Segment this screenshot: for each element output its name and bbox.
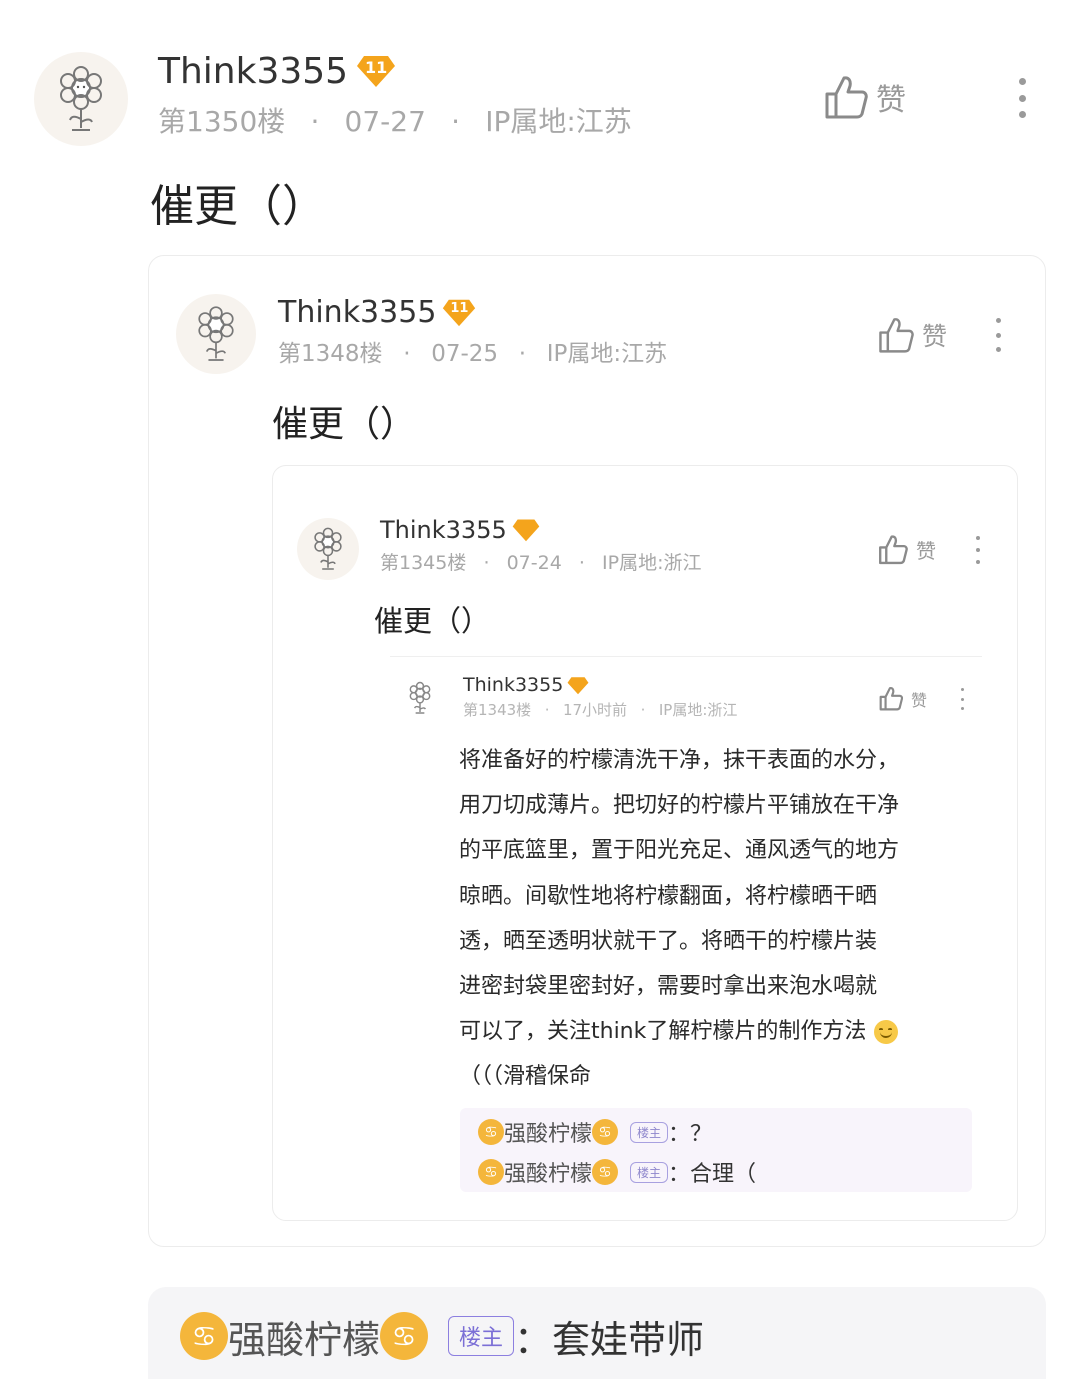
- reply-author[interactable]: 强酸柠檬: [504, 1156, 592, 1188]
- post-date: 17小时前: [562, 701, 628, 719]
- body-line: 的平底篮里，置于阳光充足、通风透气的地方: [459, 838, 900, 864]
- reply-item[interactable]: ♋ 强酸柠檬 ♋ 楼主 ：？: [478, 1112, 954, 1152]
- body-line: 透，晒至透明状就干了。将晒干的柠檬片装: [459, 928, 878, 954]
- ip-location: IP属地:浙江: [658, 701, 738, 719]
- cancer-zodiac-emoji: ♋: [478, 1159, 504, 1185]
- like-button[interactable]: 赞: [879, 686, 927, 711]
- like-label: 赞: [911, 690, 928, 710]
- reply-item[interactable]: ♋ 强酸柠檬 ♋ 楼主 ：套娃带师: [180, 1309, 704, 1363]
- op-tag: 楼主: [630, 1121, 669, 1143]
- reply-author[interactable]: 强酸柠檬: [228, 1309, 380, 1364]
- username-text[interactable]: Think3355: [463, 674, 563, 696]
- cancer-zodiac-emoji: ♋: [592, 1119, 619, 1145]
- floor-number: 第1343楼: [463, 701, 532, 719]
- reply-text: ：合理（: [668, 1162, 757, 1187]
- more-vertical-icon[interactable]: [957, 688, 967, 710]
- body-line: 将准备好的柠檬清洗干净，抹干表面的水分，: [459, 748, 900, 773]
- reply-item[interactable]: ♋ 强酸柠檬 ♋ 楼主 ：合理（: [478, 1152, 954, 1192]
- cancer-zodiac-emoji: ♋: [478, 1119, 504, 1145]
- username[interactable]: Think3355: [463, 671, 589, 699]
- cancer-zodiac-emoji: ♋: [380, 1312, 429, 1360]
- body-line: 可以了，关注think了解柠檬片的制作方法: [459, 1009, 979, 1054]
- reply-text: ：套娃带师: [514, 1317, 705, 1362]
- body-line: 进密封袋里密封好，需要时拿出来泡水喝就: [459, 974, 878, 1000]
- smile-emoji-icon: [874, 1019, 899, 1044]
- post-meta: 第1343楼 · 17小时前 · IP属地:浙江: [463, 701, 738, 719]
- cancer-zodiac-emoji: ♋: [180, 1312, 228, 1360]
- flower-avatar-icon: [409, 681, 431, 714]
- thumbs-up-icon: [879, 687, 903, 711]
- level-diamond-icon: [567, 676, 589, 695]
- post-body-text: 将准备好的柠檬清洗干净，抹干表面的水分， 用刀切成薄片。把切好的柠檬片平铺放在干…: [459, 738, 979, 1100]
- reply-preview-box[interactable]: ♋ 强酸柠檬 ♋ 楼主 ：？ ♋ 强酸柠檬 ♋ 楼主 ：合理（: [460, 1108, 972, 1192]
- body-line: 晾晒。间歇性地将柠檬翻面，将柠檬晒干晒: [459, 883, 878, 909]
- op-tag: 楼主: [630, 1161, 669, 1183]
- reply-text: ：？: [668, 1122, 713, 1147]
- op-tag: 楼主: [448, 1316, 515, 1356]
- post-floor-1343: Think3355 第1343楼 · 17小时前 · IP属地:浙江 赞 将准备好的柠檬…: [0, 0, 1080, 1200]
- cancer-zodiac-emoji: ♋: [592, 1159, 619, 1185]
- body-line: 用刀切成薄片。把切好的柠檬片平铺放在干净: [459, 793, 900, 819]
- reply-author[interactable]: 强酸柠檬: [504, 1116, 592, 1148]
- user-avatar[interactable]: [398, 676, 442, 720]
- body-line-text: 可以了，关注think了解柠檬片的制作方法: [459, 1019, 867, 1045]
- body-line: （（（滑稽保命: [459, 1064, 592, 1090]
- reply-preview-box[interactable]: ♋ 强酸柠檬 ♋ 楼主 ：套娃带师: [148, 1287, 1046, 1379]
